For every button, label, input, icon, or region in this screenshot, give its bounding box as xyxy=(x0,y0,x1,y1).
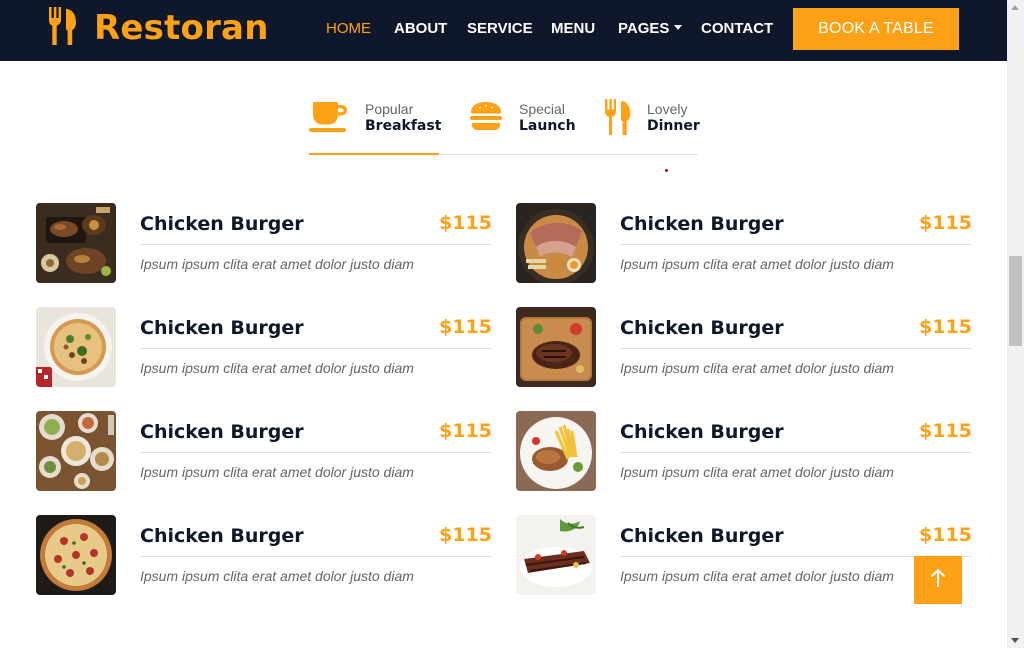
menu-item-price: $115 xyxy=(919,212,972,234)
menu-item-name: Chicken Burger xyxy=(140,525,304,547)
nav-menu[interactable]: MENU xyxy=(551,20,595,37)
pizza-greens-image xyxy=(36,307,116,387)
menu-item[interactable]: Chicken Burger $115 Ipsum ipsum clita er… xyxy=(516,307,972,387)
divider xyxy=(620,348,972,349)
menu-item-name: Chicken Burger xyxy=(620,317,784,339)
table-spread-image xyxy=(36,411,116,491)
page-scrollbar[interactable] xyxy=(1007,0,1024,648)
divider xyxy=(140,244,492,245)
menu-item-price: $115 xyxy=(919,420,972,442)
divider xyxy=(140,348,492,349)
menu-tabs: Popular Breakfast Special Launch Lovely … xyxy=(309,94,700,155)
sliced-beef-image xyxy=(516,515,596,595)
menu-item[interactable]: Chicken Burger $115 Ipsum ipsum clita er… xyxy=(516,515,972,595)
tab-breakfast-subtitle: Popular xyxy=(365,101,414,117)
scrollbar-thumb[interactable] xyxy=(1009,256,1022,346)
divider xyxy=(140,452,492,453)
tab-launch[interactable]: Special Launch xyxy=(469,94,579,155)
menu-item[interactable]: Chicken Burger $115 Ipsum ipsum clita er… xyxy=(36,307,492,387)
tab-launch-subtitle: Special xyxy=(519,101,565,117)
menu-item-price: $115 xyxy=(439,212,492,234)
steak-fries-image xyxy=(516,411,596,491)
tab-launch-title: Launch xyxy=(519,118,576,134)
scroll-up-arrow-icon[interactable] xyxy=(1011,5,1019,10)
brand-logo[interactable]: Restoran xyxy=(48,6,269,50)
tab-dinner[interactable]: Lovely Dinner xyxy=(604,94,700,155)
nav-service[interactable]: SERVICE xyxy=(467,20,533,37)
menu-item[interactable]: Chicken Burger $115 Ipsum ipsum clita er… xyxy=(516,203,972,283)
nav-contact[interactable]: CONTACT xyxy=(701,20,773,37)
nav-pages-dropdown[interactable]: PAGES xyxy=(618,20,683,37)
menu-item-price: $115 xyxy=(919,524,972,546)
steak-board-image xyxy=(516,307,596,387)
menu-item-description: Ipsum ipsum clita erat amet dolor justo … xyxy=(140,256,414,272)
navbar: Restoran HOME ABOUT SERVICE MENU PAGES C… xyxy=(0,0,1007,61)
divider xyxy=(620,244,972,245)
menu-item-name: Chicken Burger xyxy=(140,317,304,339)
utensils-icon xyxy=(604,99,632,135)
arrow-up-icon xyxy=(930,568,946,593)
menu-item-price: $115 xyxy=(439,316,492,338)
decorative-dot xyxy=(665,169,668,172)
menu-item[interactable]: Chicken Burger $115 Ipsum ipsum clita er… xyxy=(36,411,492,491)
menu-item-description: Ipsum ipsum clita erat amet dolor justo … xyxy=(620,568,894,584)
caret-down-icon xyxy=(674,25,683,30)
tab-dinner-subtitle: Lovely xyxy=(647,101,688,117)
ramen-bowl-image xyxy=(516,203,596,283)
menu-item[interactable]: Chicken Burger $115 Ipsum ipsum clita er… xyxy=(36,515,492,595)
menu-item-name: Chicken Burger xyxy=(620,525,784,547)
book-a-table-button[interactable]: BOOK A TABLE xyxy=(793,8,959,50)
menu-item-price: $115 xyxy=(919,316,972,338)
menu-item-name: Chicken Burger xyxy=(140,421,304,443)
hamburger-icon xyxy=(469,99,505,135)
coffee-icon xyxy=(309,99,349,135)
divider xyxy=(140,556,492,557)
tab-dinner-title: Dinner xyxy=(647,118,700,134)
tab-breakfast[interactable]: Popular Breakfast xyxy=(309,94,442,155)
nav-home[interactable]: HOME xyxy=(326,20,371,37)
nav-pages-label: PAGES xyxy=(618,20,670,37)
menu-item-description: Ipsum ipsum clita erat amet dolor justo … xyxy=(140,360,414,376)
menu-item[interactable]: Chicken Burger $115 Ipsum ipsum clita er… xyxy=(36,203,492,283)
tab-breakfast-title: Breakfast xyxy=(365,118,442,134)
menu-item[interactable]: Chicken Burger $115 Ipsum ipsum clita er… xyxy=(516,411,972,491)
nav-about[interactable]: ABOUT xyxy=(394,20,447,37)
menu-item-description: Ipsum ipsum clita erat amet dolor justo … xyxy=(140,464,414,480)
menu-item-description: Ipsum ipsum clita erat amet dolor justo … xyxy=(140,568,414,584)
menu-item-price: $115 xyxy=(439,420,492,442)
brand-name: Restoran xyxy=(94,8,269,48)
divider xyxy=(620,452,972,453)
utensils-icon xyxy=(48,6,78,50)
menu-item-description: Ipsum ipsum clita erat amet dolor justo … xyxy=(620,360,894,376)
scroll-down-arrow-icon[interactable] xyxy=(1011,638,1019,643)
menu-item-name: Chicken Burger xyxy=(140,213,304,235)
back-to-top-button[interactable] xyxy=(914,556,962,604)
menu-item-description: Ipsum ipsum clita erat amet dolor justo … xyxy=(620,256,894,272)
menu-item-price: $115 xyxy=(439,524,492,546)
menu-item-name: Chicken Burger xyxy=(620,421,784,443)
pepperoni-pizza-image xyxy=(36,515,116,595)
grilled-platter-image xyxy=(36,203,116,283)
menu-item-description: Ipsum ipsum clita erat amet dolor justo … xyxy=(620,464,894,480)
menu-item-name: Chicken Burger xyxy=(620,213,784,235)
